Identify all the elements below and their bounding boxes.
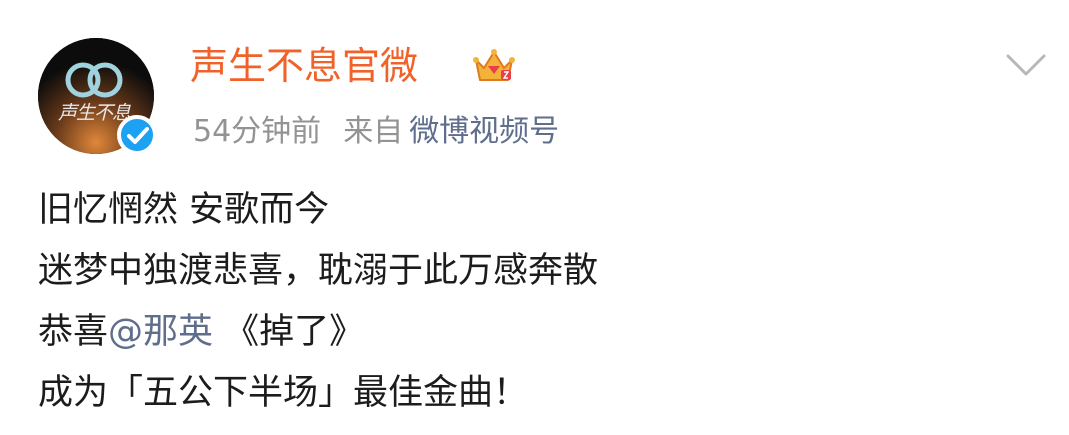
song-title: 《掉了》 [213,312,365,352]
verified-check-icon [127,127,149,144]
content-line-4: 成为「五公下半场」最佳金曲！ [38,373,529,413]
content-line-2: 迷梦中独渡悲喜，耽溺于此万感奔散 [38,251,599,291]
weibo-post: 声生不息 声生不息官微 54分钟前 来自 微博视频号 旧忆惘然 安歌而今 迷梦中独 [0,0,1069,435]
source-label: 来自 [343,114,404,149]
vip-crown-icon [470,42,518,90]
chevron-down-icon[interactable] [1002,48,1050,84]
mention-link[interactable]: @那英 [108,312,213,352]
post-meta: 54分钟前 来自 微博视频号 [193,108,559,156]
avatar-text: 声生不息 [58,102,131,124]
content-line-1: 旧忆惘然 安歌而今 [38,190,330,230]
post-time: 54分钟前 [193,114,322,149]
username[interactable]: 声生不息官微 [190,36,418,96]
verified-badge [117,115,157,155]
content-line-3-prefix: 恭喜 [38,312,109,352]
content-line-3: 恭喜@那英 《掉了》 [38,302,1038,363]
post-content: 旧忆惘然 安歌而今 迷梦中独渡悲喜，耽溺于此万感奔散 恭喜@那英 《掉了》 成为… [38,180,1038,424]
source-link[interactable]: 微博视频号 [409,114,559,149]
